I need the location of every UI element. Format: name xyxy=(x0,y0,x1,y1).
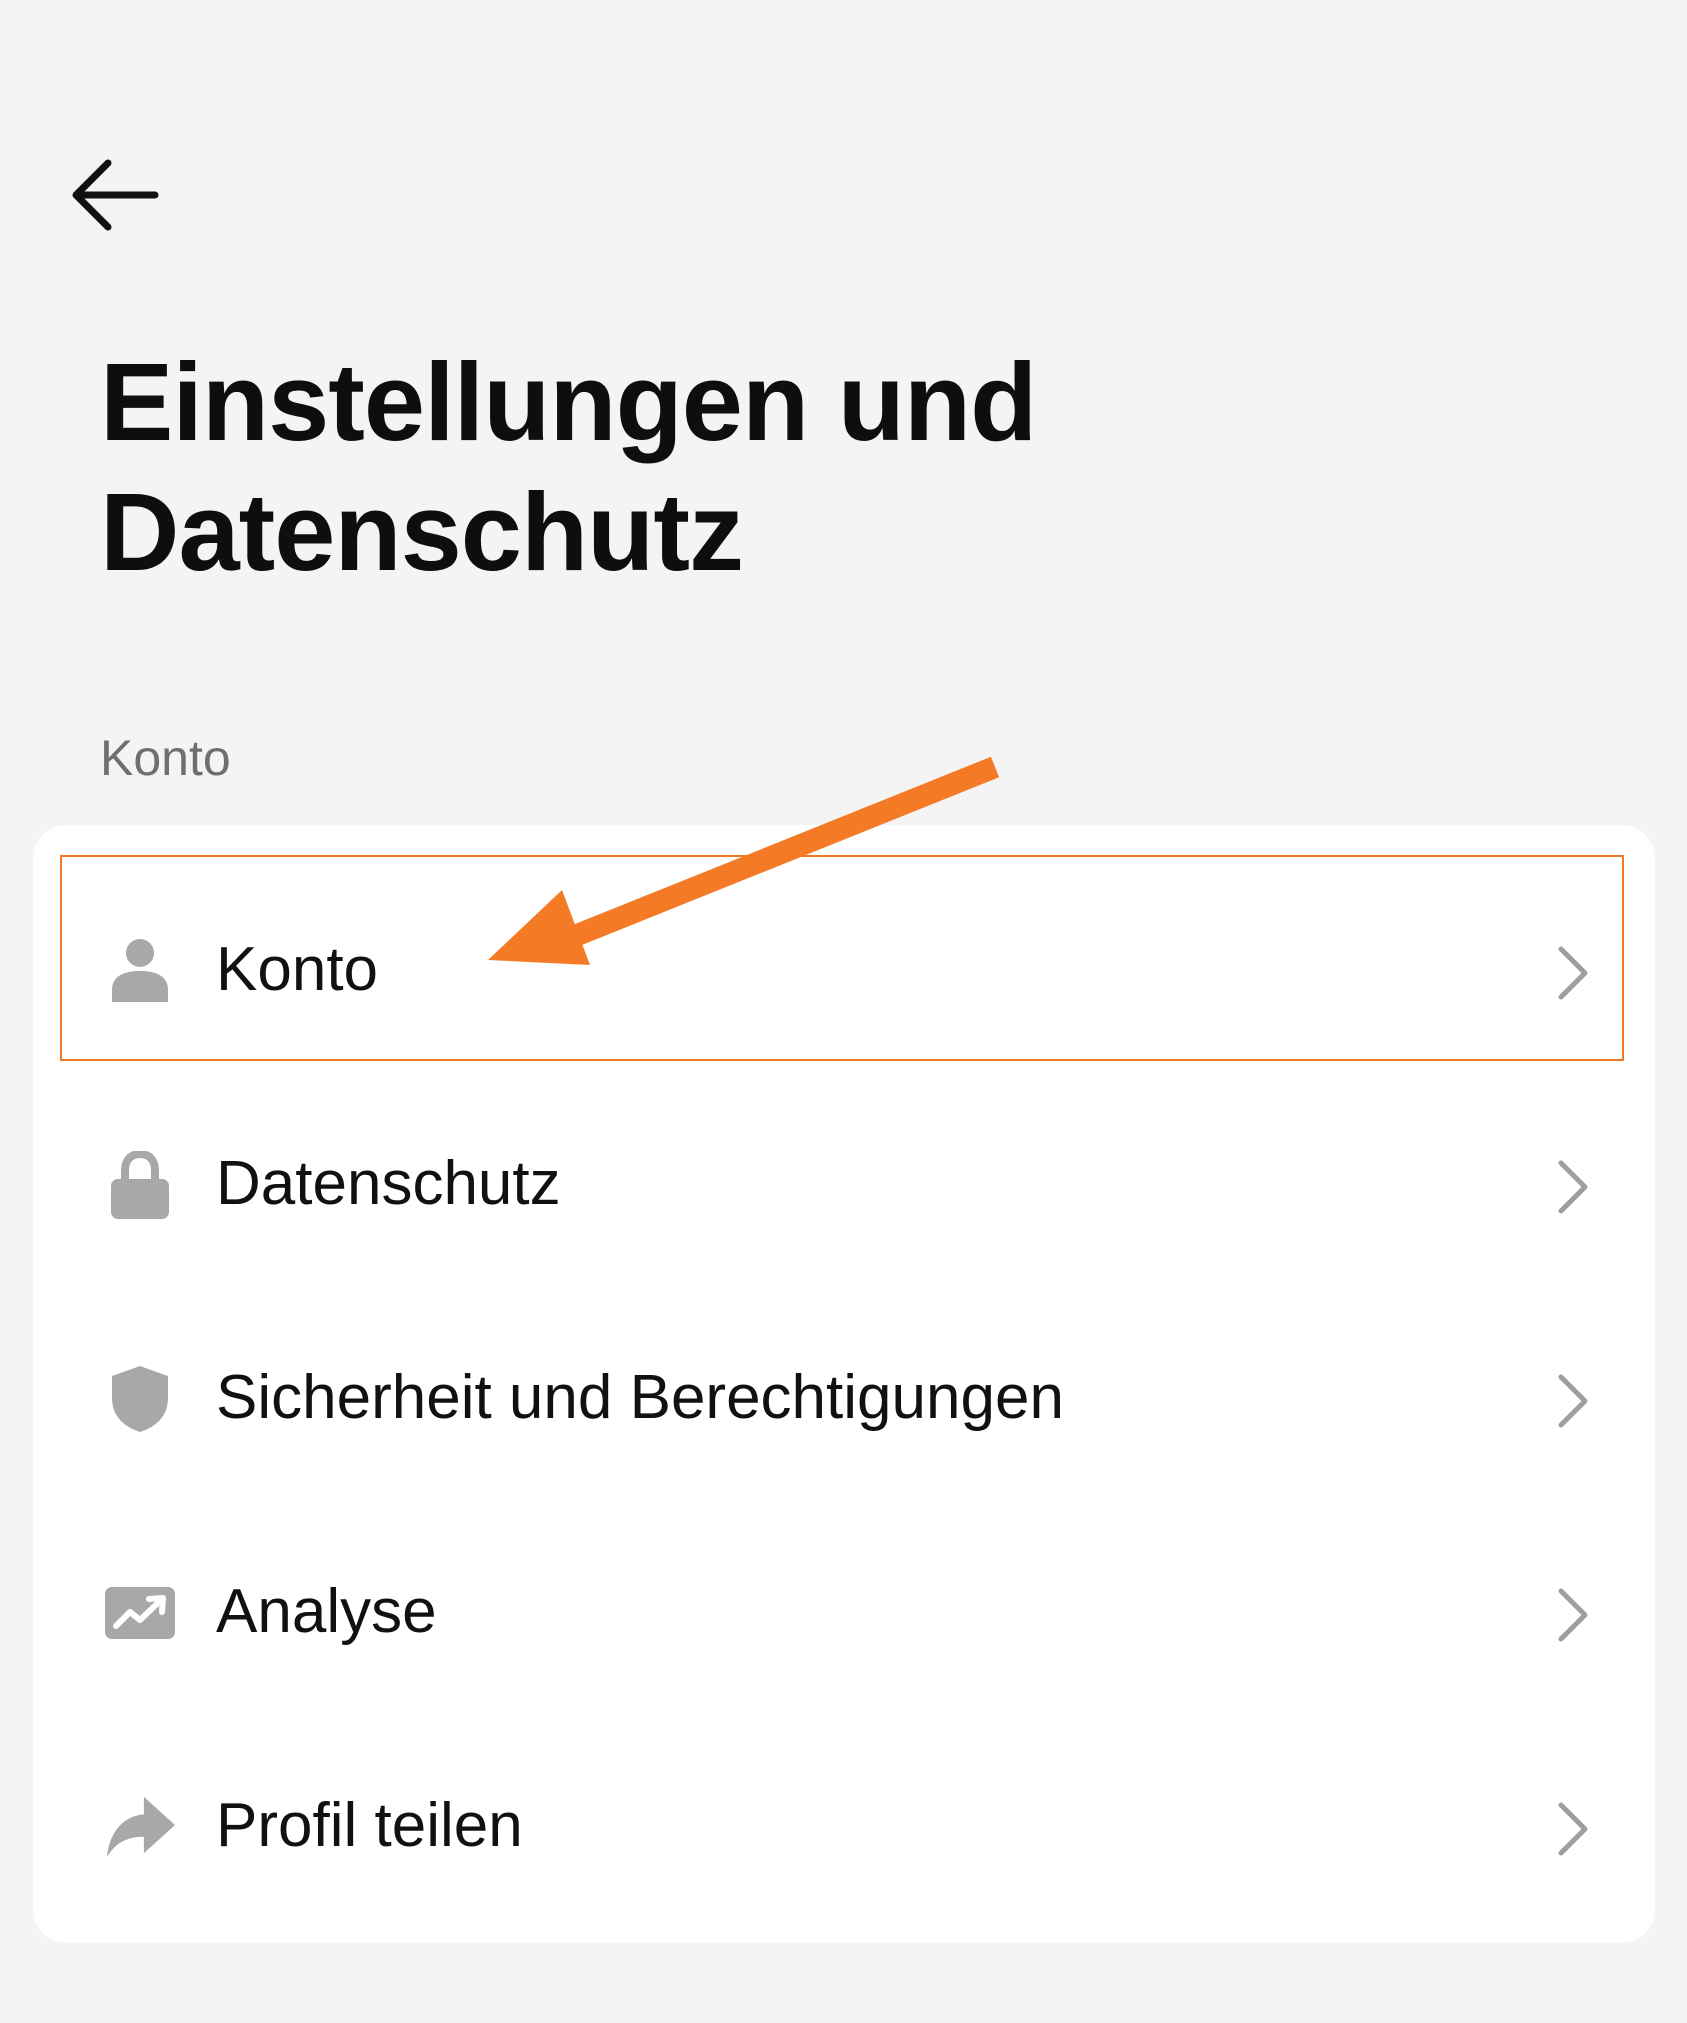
chevron-right-icon xyxy=(1558,1802,1588,1856)
chevron-right-icon xyxy=(1558,946,1588,1000)
menu-item-sicherheit[interactable]: Sicherheit und Berechtigungen xyxy=(33,1291,1655,1505)
menu-item-datenschutz[interactable]: Datenschutz xyxy=(33,1077,1655,1291)
lock-icon xyxy=(105,1150,175,1220)
chevron-right-icon xyxy=(1558,1588,1588,1642)
section-label: Konto xyxy=(100,730,231,786)
shield-icon xyxy=(105,1364,175,1434)
arrow-left-icon xyxy=(72,159,159,231)
chevron-right-icon xyxy=(1558,1160,1588,1214)
settings-list-card: Konto Datenschutz Sicherheit und Berecht… xyxy=(33,825,1655,1943)
menu-item-label: Analyse xyxy=(216,1577,437,1646)
back-button[interactable] xyxy=(60,140,170,250)
menu-item-label: Datenschutz xyxy=(216,1149,561,1218)
share-arrow-icon xyxy=(105,1792,175,1862)
chevron-right-icon xyxy=(1558,1374,1588,1428)
analytics-chart-icon xyxy=(105,1578,175,1648)
menu-item-label: Profil teilen xyxy=(216,1791,523,1860)
page-title: Einstellungen und Datenschutz xyxy=(100,341,1037,594)
person-icon xyxy=(105,936,175,1006)
menu-item-label: Sicherheit und Berechtigungen xyxy=(216,1363,1064,1432)
menu-item-label: Konto xyxy=(216,935,379,1004)
menu-item-analyse[interactable]: Analyse xyxy=(33,1505,1655,1719)
menu-item-profil-teilen[interactable]: Profil teilen xyxy=(33,1719,1655,1933)
menu-item-konto[interactable]: Konto xyxy=(33,863,1655,1077)
